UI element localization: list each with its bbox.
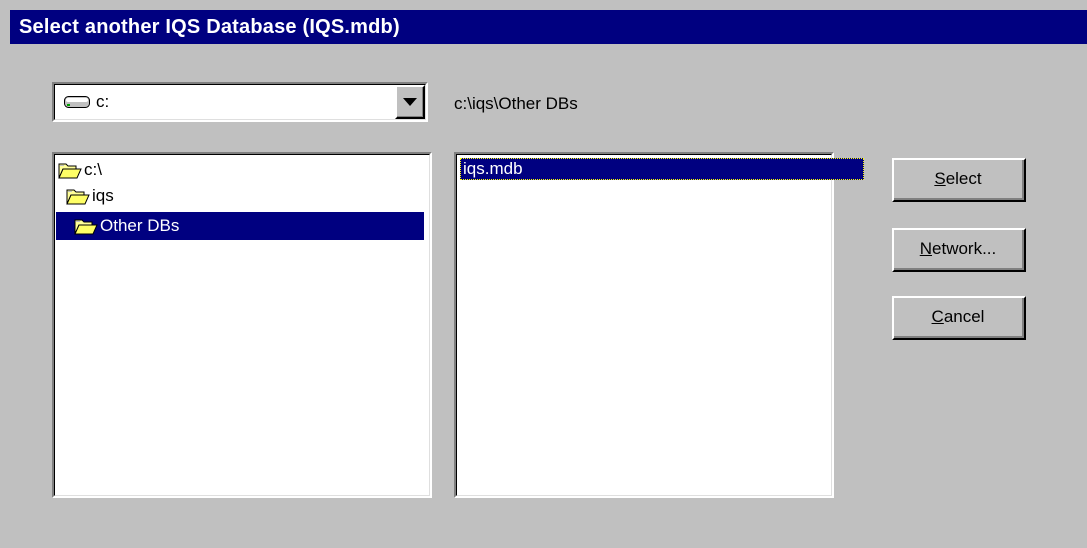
drive-select-label: c: — [96, 92, 110, 111]
open-folder-icon — [66, 187, 90, 205]
dialog-client-area: c: c:\iqs\Other DBs c:\ iqs Other DBs iq… — [10, 44, 1087, 548]
open-folder-icon — [74, 217, 98, 235]
window-title: Select another IQS Database (IQS.mdb) — [19, 16, 400, 38]
drive-dropdown-button[interactable] — [395, 85, 425, 119]
title-bar[interactable]: Select another IQS Database (IQS.mdb) — [10, 10, 1087, 44]
folder-item-iqs[interactable]: iqs — [66, 182, 114, 210]
dialog-window: Select another IQS Database (IQS.mdb) c: — [0, 0, 1087, 548]
folder-item-other-dbs[interactable]: Other DBs — [56, 212, 424, 240]
folder-item-label: iqs — [92, 186, 114, 205]
folder-item-label: Other DBs — [100, 216, 180, 235]
hard-drive-icon — [64, 96, 90, 108]
file-list[interactable]: iqs.mdb — [454, 152, 864, 498]
select-button[interactable]: Select — [892, 158, 1026, 202]
open-folder-icon — [58, 161, 82, 179]
chevron-down-icon — [402, 97, 417, 106]
folder-item-root[interactable]: c:\ — [58, 156, 102, 184]
folder-item-label: c:\ — [84, 160, 102, 179]
drive-select[interactable]: c: — [52, 82, 428, 122]
folder-list[interactable]: c:\ iqs Other DBs — [52, 152, 432, 498]
cancel-button[interactable]: Cancel — [892, 296, 1026, 340]
network-button[interactable]: Network... — [892, 228, 1026, 272]
drive-select-value: c: — [64, 84, 109, 120]
current-path-label: c:\iqs\Other DBs — [454, 94, 578, 113]
file-item-iqs-mdb[interactable]: iqs.mdb — [460, 158, 864, 180]
